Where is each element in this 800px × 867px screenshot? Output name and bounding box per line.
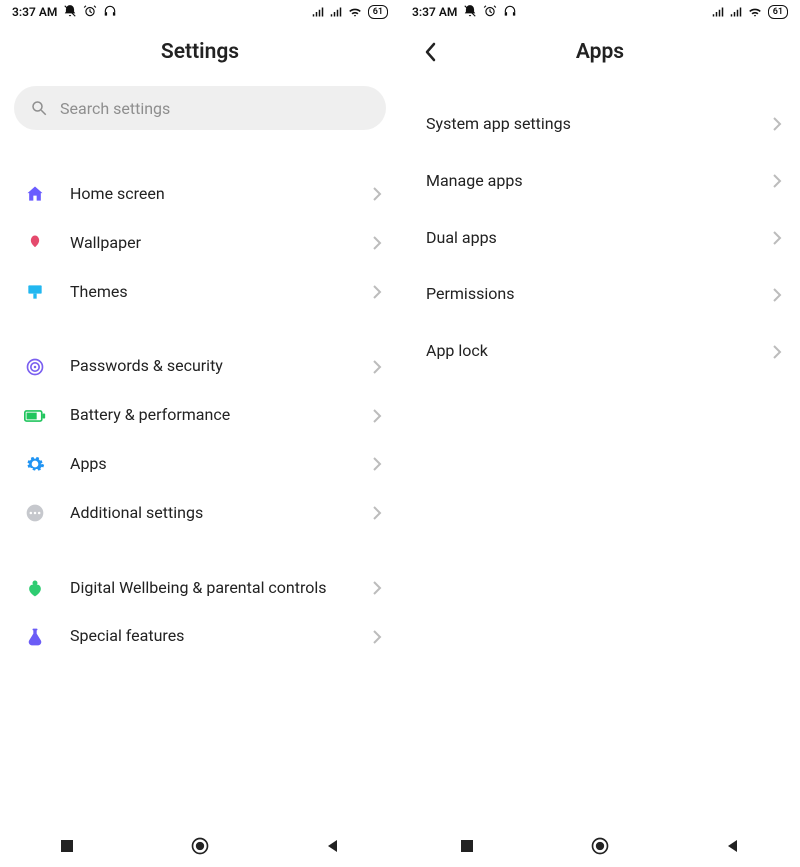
wifi-icon: [348, 6, 362, 18]
settings-item-label: Passwords & security: [70, 356, 350, 377]
settings-item-passwords-security[interactable]: Passwords & security: [0, 342, 400, 391]
headphones-icon: [503, 4, 517, 21]
chevron-right-icon: [372, 630, 382, 644]
header: Apps: [400, 24, 800, 80]
settings-item-label: Additional settings: [70, 503, 350, 524]
settings-item-label: Wallpaper: [70, 233, 350, 254]
back-button[interactable]: [414, 36, 446, 68]
header: Settings: [0, 24, 400, 80]
nav-home-button[interactable]: [182, 828, 218, 864]
battery-icon: [22, 409, 48, 423]
fingerprint-icon: [22, 357, 48, 377]
more-icon: [22, 503, 48, 523]
settings-item-label: Battery & performance: [70, 405, 350, 426]
chevron-right-icon: [372, 457, 382, 471]
chevron-right-icon: [772, 288, 782, 302]
signal-1-icon: [712, 6, 724, 18]
settings-item-label: Apps: [70, 454, 350, 475]
settings-item-home-screen[interactable]: Home screen: [0, 170, 400, 219]
chevron-right-icon: [372, 187, 382, 201]
navigation-bar: [0, 825, 400, 867]
search-placeholder: Search settings: [60, 99, 170, 118]
signal-2-icon: [330, 6, 342, 18]
nav-back-button[interactable]: [315, 828, 351, 864]
chevron-right-icon: [372, 581, 382, 595]
nav-back-button[interactable]: [715, 828, 751, 864]
chevron-right-icon: [372, 506, 382, 520]
chevron-right-icon: [772, 345, 782, 359]
nav-recent-button[interactable]: [449, 828, 485, 864]
headphones-icon: [103, 4, 117, 21]
status-time: 3:37 AM: [412, 5, 457, 19]
apps-item-app-lock[interactable]: App lock: [400, 323, 800, 380]
alarm-icon: [83, 4, 97, 21]
gear-icon: [22, 454, 48, 474]
alarm-icon: [483, 4, 497, 21]
search-input[interactable]: Search settings: [14, 86, 386, 130]
chevron-right-icon: [772, 231, 782, 245]
settings-item-label: Special features: [70, 626, 350, 647]
status-bar: 3:37 AM 61: [0, 0, 400, 24]
nav-recent-button[interactable]: [49, 828, 85, 864]
navigation-bar: [400, 825, 800, 867]
chevron-right-icon: [772, 117, 782, 131]
settings-item-themes[interactable]: Themes: [0, 268, 400, 317]
settings-item-label: Themes: [70, 282, 350, 303]
settings-item-label: Home screen: [70, 184, 350, 205]
settings-item-special-features[interactable]: Special features: [0, 612, 400, 661]
wallpaper-icon: [22, 233, 48, 253]
search-icon: [30, 99, 48, 117]
signal-1-icon: [312, 6, 324, 18]
signal-2-icon: [730, 6, 742, 18]
battery-indicator: 61: [368, 5, 388, 19]
apps-list: System app settings Manage apps Dual app…: [400, 80, 800, 825]
dnd-icon: [463, 4, 477, 21]
chevron-right-icon: [772, 174, 782, 188]
apps-item-label: Manage apps: [426, 171, 772, 192]
settings-item-wallpaper[interactable]: Wallpaper: [0, 219, 400, 268]
chevron-right-icon: [372, 285, 382, 299]
settings-list: Home screen Wallpaper Themes: [0, 144, 400, 825]
settings-item-apps[interactable]: Apps: [0, 440, 400, 489]
apps-item-label: App lock: [426, 341, 772, 362]
page-title: Apps: [400, 40, 800, 64]
apps-item-label: System app settings: [426, 114, 772, 135]
apps-item-permissions[interactable]: Permissions: [400, 266, 800, 323]
themes-icon: [22, 282, 48, 302]
status-bar: 3:37 AM 61: [400, 0, 800, 24]
flask-icon: [22, 627, 48, 647]
wellbeing-icon: [22, 578, 48, 598]
settings-item-label: Digital Wellbeing & parental controls: [70, 578, 350, 599]
dnd-icon: [63, 4, 77, 21]
chevron-right-icon: [372, 236, 382, 250]
apps-item-dual-apps[interactable]: Dual apps: [400, 210, 800, 267]
apps-item-label: Permissions: [426, 284, 772, 305]
home-icon: [22, 184, 48, 204]
settings-item-additional-settings[interactable]: Additional settings: [0, 489, 400, 538]
chevron-right-icon: [372, 409, 382, 423]
chevron-right-icon: [372, 360, 382, 374]
settings-item-battery-performance[interactable]: Battery & performance: [0, 391, 400, 440]
nav-home-button[interactable]: [582, 828, 618, 864]
wifi-icon: [748, 6, 762, 18]
battery-indicator: 61: [768, 5, 788, 19]
apps-item-manage-apps[interactable]: Manage apps: [400, 153, 800, 210]
settings-item-digital-wellbeing[interactable]: Digital Wellbeing & parental controls: [0, 564, 400, 613]
page-title: Settings: [0, 40, 400, 64]
status-time: 3:37 AM: [12, 5, 57, 19]
settings-screen: 3:37 AM 61 Settings: [0, 0, 400, 867]
apps-item-system-app-settings[interactable]: System app settings: [400, 96, 800, 153]
apps-item-label: Dual apps: [426, 228, 772, 249]
apps-screen: 3:37 AM 61 A: [400, 0, 800, 867]
